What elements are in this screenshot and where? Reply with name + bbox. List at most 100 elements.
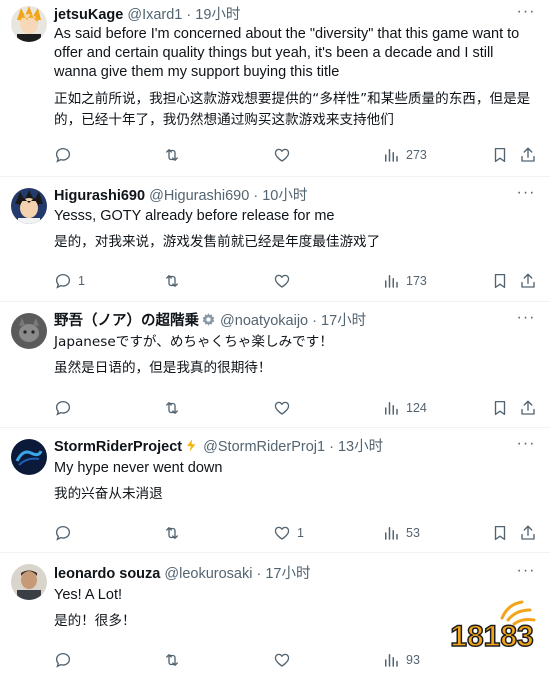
views-button[interactable]: 93 xyxy=(382,650,420,670)
author-name[interactable]: StormRiderProject xyxy=(54,439,182,455)
bookmark-button[interactable] xyxy=(491,398,509,418)
heart-icon xyxy=(273,524,291,542)
share-button[interactable] xyxy=(519,523,537,543)
retweet-button[interactable] xyxy=(163,145,181,165)
share-icon xyxy=(519,146,537,164)
more-options-icon[interactable]: ··· xyxy=(516,563,536,585)
views-button[interactable]: 53 xyxy=(382,523,420,543)
reply-button[interactable] xyxy=(54,398,78,418)
tweet-text: My hype never went down xyxy=(54,460,223,476)
reply-icon xyxy=(54,651,72,669)
views-button[interactable]: 273 xyxy=(382,145,427,165)
like-count: 1 xyxy=(297,526,304,540)
avatar[interactable] xyxy=(11,188,47,224)
tweet[interactable]: StormRiderProject @StormRiderProj1 · 13小… xyxy=(0,428,550,553)
tweet-translation: 正如之前所说，我担心这款游戏想要提供的“多样性”和某些质量的东西，但是是的，已经… xyxy=(54,91,531,128)
author-handle[interactable]: @StormRiderProj1 xyxy=(203,439,325,455)
author-handle[interactable]: @Ixard1 xyxy=(127,7,182,23)
tweet-actions: 1 53 xyxy=(0,523,550,543)
reply-button[interactable] xyxy=(54,145,78,165)
timestamp[interactable]: 10小时 xyxy=(262,188,307,204)
watermark-logo: 18183 xyxy=(438,596,546,668)
view-count: 273 xyxy=(406,148,427,162)
more-options-icon[interactable]: ··· xyxy=(516,185,536,207)
tweet[interactable]: Higurashi690 @Higurashi690 · 10小时 ··· Ye… xyxy=(0,177,550,302)
view-count: 124 xyxy=(406,401,427,415)
tweet-translation: 是的，对我来说，游戏发售前就已经是年度最佳游戏了 xyxy=(54,234,381,250)
more-options-icon[interactable]: ··· xyxy=(516,436,536,458)
author-name[interactable]: leonardo souza xyxy=(54,566,160,582)
analytics-icon xyxy=(382,399,400,417)
retweet-button[interactable] xyxy=(163,398,181,418)
tweet[interactable]: jetsuKage @Ixard1 · 19小时 ··· As said bef… xyxy=(0,0,550,177)
timestamp[interactable]: 13小时 xyxy=(338,439,383,455)
reply-count: 1 xyxy=(78,274,85,288)
retweet-icon xyxy=(163,399,181,417)
tweet-actions: 273 xyxy=(0,145,550,165)
bookmark-icon xyxy=(491,524,509,542)
views-button[interactable]: 173 xyxy=(382,271,427,291)
like-button[interactable]: 1 xyxy=(273,523,304,543)
author-name[interactable]: jetsuKage xyxy=(54,7,123,23)
avatar[interactable] xyxy=(11,313,47,349)
share-button[interactable] xyxy=(519,398,537,418)
share-icon xyxy=(519,524,537,542)
analytics-icon xyxy=(382,524,400,542)
author-handle[interactable]: @noatyokaijo xyxy=(220,313,308,329)
more-options-icon[interactable]: ··· xyxy=(516,4,536,26)
views-button[interactable]: 124 xyxy=(382,398,427,418)
author-name[interactable]: Higurashi690 xyxy=(54,188,145,204)
avatar[interactable] xyxy=(11,564,47,600)
avatar[interactable] xyxy=(11,6,47,42)
analytics-icon xyxy=(382,272,400,290)
avatar[interactable] xyxy=(11,439,47,475)
view-count: 93 xyxy=(406,653,420,667)
timestamp[interactable]: 19小时 xyxy=(195,7,240,23)
like-button[interactable] xyxy=(273,398,297,418)
tweet[interactable]: 野吾（ノア）の超階乗 @noatyokaijo · 17小时 ··· Japan… xyxy=(0,302,550,428)
reply-button[interactable] xyxy=(54,523,78,543)
share-icon xyxy=(519,399,537,417)
view-count: 53 xyxy=(406,526,420,540)
like-button[interactable] xyxy=(273,650,297,670)
gear-icon xyxy=(201,312,216,327)
author-handle[interactable]: @leokurosaki xyxy=(164,566,252,582)
bookmark-icon xyxy=(491,272,509,290)
timestamp[interactable]: 17小时 xyxy=(321,313,366,329)
tweet-text: As said before I'm concerned about the "… xyxy=(54,26,520,80)
tweet-actions: 124 xyxy=(0,398,550,418)
reply-button[interactable]: 1 xyxy=(54,271,85,291)
more-options-icon[interactable]: ··· xyxy=(516,310,536,332)
author-name[interactable]: 野吾（ノア）の超階乗 xyxy=(54,313,199,329)
like-button[interactable] xyxy=(273,271,297,291)
separator-dot: · xyxy=(312,313,317,329)
heart-icon xyxy=(273,146,291,164)
reply-button[interactable] xyxy=(54,650,78,670)
share-button[interactable] xyxy=(519,145,537,165)
separator-dot: · xyxy=(329,439,334,455)
retweet-button[interactable] xyxy=(163,650,181,670)
bookmark-icon xyxy=(491,146,509,164)
retweet-button[interactable] xyxy=(163,271,181,291)
heart-icon xyxy=(273,399,291,417)
share-icon xyxy=(519,272,537,290)
timestamp[interactable]: 17小时 xyxy=(265,566,310,582)
bookmark-button[interactable] xyxy=(491,145,509,165)
retweet-button[interactable] xyxy=(163,523,181,543)
heart-icon xyxy=(273,272,291,290)
retweet-icon xyxy=(163,272,181,290)
bookmark-button[interactable] xyxy=(491,271,509,291)
tweet-header: jetsuKage @Ixard1 · 19小时 xyxy=(54,5,510,25)
separator-dot: · xyxy=(256,566,262,582)
tweet-translation: 我的兴奋从未消退 xyxy=(54,486,163,502)
author-handle[interactable]: @Higurashi690 xyxy=(149,188,249,204)
bookmark-button[interactable] xyxy=(491,523,509,543)
retweet-icon xyxy=(163,146,181,164)
view-count: 173 xyxy=(406,274,427,288)
reply-icon xyxy=(54,524,72,542)
bookmark-icon xyxy=(491,399,509,417)
tweet-header: 野吾（ノア）の超階乗 @noatyokaijo · 17小时 xyxy=(54,311,510,331)
like-button[interactable] xyxy=(273,145,297,165)
share-button[interactable] xyxy=(519,271,537,291)
separator-dot: · xyxy=(253,188,259,204)
